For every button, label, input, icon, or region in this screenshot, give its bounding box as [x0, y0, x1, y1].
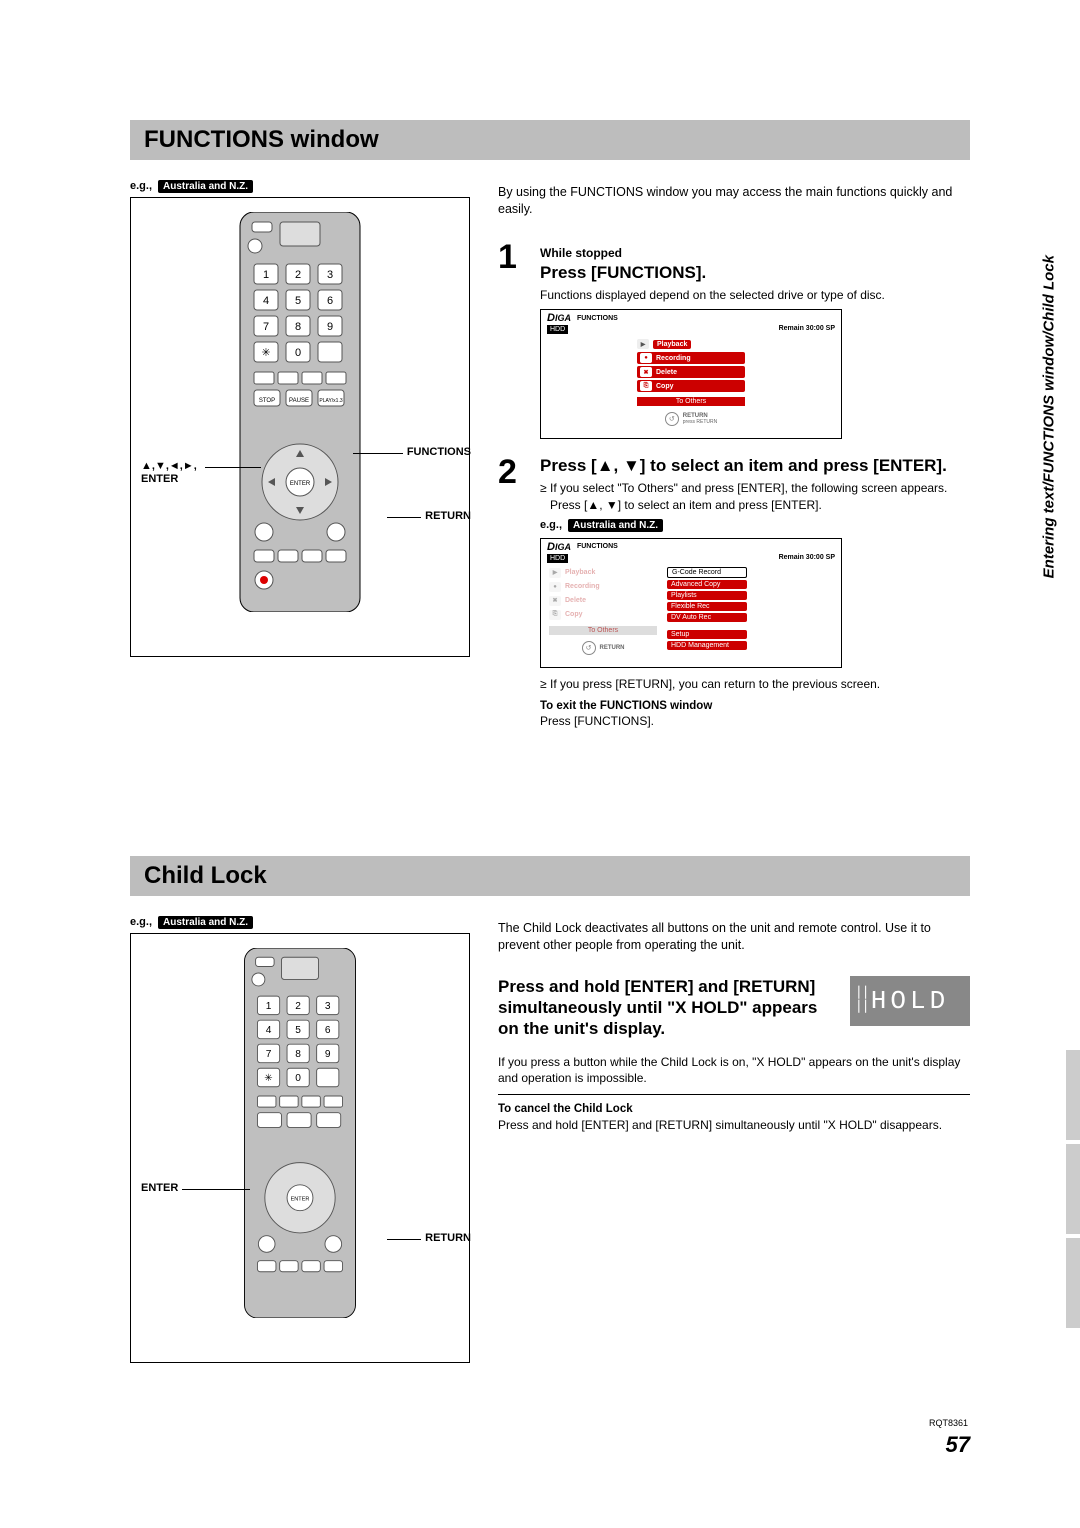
- exit-functions-body: Press [FUNCTIONS].: [540, 714, 970, 728]
- page-number: 57: [946, 1432, 970, 1458]
- svg-text:5: 5: [295, 295, 301, 307]
- step2-bullet1: If you select "To Others" and press [ENT…: [540, 480, 970, 512]
- remain-text-2: Remain 30:00 SP: [779, 554, 835, 561]
- region-tag: Australia and N.Z.: [158, 180, 253, 193]
- svg-text:3: 3: [327, 269, 333, 281]
- svg-text:STOP: STOP: [259, 398, 275, 404]
- side-vertical-text: Entering text/FUNCTIONS window/Child Loc…: [1040, 255, 1057, 578]
- svg-text:4: 4: [263, 295, 269, 307]
- fn2-delete: ✖Delete: [549, 595, 657, 607]
- svg-text:7: 7: [263, 321, 269, 333]
- step1-number: 1: [498, 240, 526, 274]
- screen-title: FUNCTIONS: [577, 315, 618, 322]
- opt-playlists: Playlists: [667, 591, 747, 600]
- functions-heading: FUNCTIONS window: [130, 120, 970, 160]
- fn-recording: ●Recording: [637, 352, 745, 364]
- svg-text:PLAY/x1.3: PLAY/x1.3: [319, 398, 342, 404]
- fn-delete: ✖Delete: [637, 366, 745, 378]
- svg-text:PAUSE: PAUSE: [289, 398, 309, 404]
- svg-text:✳: ✳: [261, 347, 270, 359]
- eg-row-step2: e.g., Australia and N.Z.: [540, 519, 970, 532]
- return-row-2: ↺ RETURN: [549, 641, 657, 655]
- eg-prefix: e.g.,: [130, 180, 152, 192]
- svg-text:9: 9: [327, 321, 333, 333]
- svg-text:2: 2: [295, 1001, 301, 1012]
- fn2-copy: ⎘Copy: [549, 609, 657, 621]
- functions-screen-2: DIGA FUNCTIONS HDD Remain 30:00 SP ▶Play…: [540, 538, 842, 668]
- fn-copy: ⎘Copy: [637, 380, 745, 392]
- svg-text:5: 5: [295, 1025, 301, 1036]
- remote-illustration-functions: 1 2 3 4 5 6 7 8 9 ✳ 0 STOP PAUSE PLAY/x1.3: [130, 197, 470, 657]
- svg-text:4: 4: [266, 1025, 272, 1036]
- svg-text:ENTER: ENTER: [290, 481, 311, 487]
- hold-text: HOLD: [850, 976, 970, 1026]
- remote-svg-lock: 1 2 3 4 5 6 7 8 9 ✳ 0 ENTER: [230, 948, 370, 1318]
- callout-enter-lock: ENTER: [141, 1182, 178, 1194]
- lock-after-note: If you press a button while the Child Lo…: [498, 1054, 970, 1086]
- func-intro: By using the FUNCTIONS window you may ac…: [498, 184, 970, 218]
- step1-precondition: While stopped: [540, 246, 970, 260]
- svg-text:1: 1: [266, 1001, 272, 1012]
- cancel-head: To cancel the Child Lock: [498, 1103, 970, 1115]
- return-row: ↺ RETURNpress RETURN: [637, 412, 745, 426]
- fn2-recording: ●Recording: [549, 581, 657, 593]
- svg-text:1: 1: [263, 269, 269, 281]
- opt-gcode: G-Code Record: [667, 567, 747, 578]
- hdd-tag-2: HDD: [547, 554, 568, 563]
- opt-setup: Setup: [667, 630, 747, 639]
- svg-text:7: 7: [266, 1049, 272, 1060]
- svg-text:6: 6: [327, 295, 333, 307]
- side-tabs: [1066, 1050, 1080, 1328]
- remain-text: Remain 30:00 SP: [779, 325, 835, 332]
- callout-functions: FUNCTIONS: [407, 446, 471, 458]
- cancel-body: Press and hold [ENTER] and [RETURN] simu…: [498, 1117, 970, 1133]
- hold-display: ⎮⎮⎮⎮ HOLD: [850, 976, 970, 1026]
- callout-return-lock: RETURN: [425, 1232, 471, 1244]
- remote-svg: 1 2 3 4 5 6 7 8 9 ✳ 0 STOP PAUSE PLAY/x1.3: [230, 212, 370, 612]
- lock-main: Press and hold [ENTER] and [RETURN] simu…: [498, 976, 828, 1040]
- doc-code: RQT8361: [929, 1418, 968, 1428]
- childlock-heading: Child Lock: [130, 856, 970, 896]
- step1-note: Functions displayed depend on the select…: [540, 287, 970, 303]
- eg-row-func: e.g., Australia and N.Z.: [130, 180, 470, 193]
- hdd-tag: HDD: [547, 325, 568, 334]
- svg-text:✳: ✳: [264, 1073, 273, 1084]
- opt-dvauto: DV Auto Rec: [667, 613, 747, 622]
- opt-advcopy: Advanced Copy: [667, 580, 747, 589]
- step2-bullet2: If you press [RETURN], you can return to…: [540, 676, 970, 692]
- exit-functions-head: To exit the FUNCTIONS window: [540, 700, 970, 712]
- fn2-playback: ▶Playback: [549, 567, 657, 579]
- svg-text:3: 3: [325, 1001, 331, 1012]
- divider: [498, 1094, 970, 1095]
- screen-title-2: FUNCTIONS: [577, 543, 618, 550]
- step2-main: Press [▲, ▼] to select an item and press…: [540, 455, 970, 476]
- lock-intro: The Child Lock deactivates all buttons o…: [498, 920, 970, 954]
- svg-text:ENTER: ENTER: [291, 1197, 310, 1203]
- opt-hddmgmt: HDD Management: [667, 641, 747, 650]
- remote-illustration-lock: 1 2 3 4 5 6 7 8 9 ✳ 0 ENTER: [130, 933, 470, 1363]
- opt-flexrec: Flexible Rec: [667, 602, 747, 611]
- svg-text:8: 8: [295, 321, 301, 333]
- step2-number: 2: [498, 455, 526, 489]
- diga-logo: DDIGAIGA: [547, 312, 571, 324]
- svg-text:6: 6: [325, 1025, 331, 1036]
- diga-logo-2: DIGA: [547, 541, 571, 553]
- svg-text:0: 0: [295, 1073, 301, 1084]
- callout-return: RETURN: [425, 510, 471, 522]
- fn2-to-others: To Others: [549, 626, 657, 635]
- fn-to-others: To Others: [637, 397, 745, 406]
- svg-text:0: 0: [295, 347, 301, 359]
- functions-screen-1: DDIGAIGA FUNCTIONS HDD Remain 30:00 SP ▶…: [540, 309, 842, 439]
- svg-text:9: 9: [325, 1049, 331, 1060]
- callout-arrows-enter: ▲,▼,◄,►, ENTER: [141, 460, 201, 486]
- svg-text:8: 8: [295, 1049, 301, 1060]
- fn-playback: ▶Playback: [637, 338, 745, 350]
- svg-text:2: 2: [295, 269, 301, 281]
- step1-main: Press [FUNCTIONS].: [540, 262, 970, 283]
- eg-row-lock: e.g., Australia and N.Z.: [130, 916, 470, 929]
